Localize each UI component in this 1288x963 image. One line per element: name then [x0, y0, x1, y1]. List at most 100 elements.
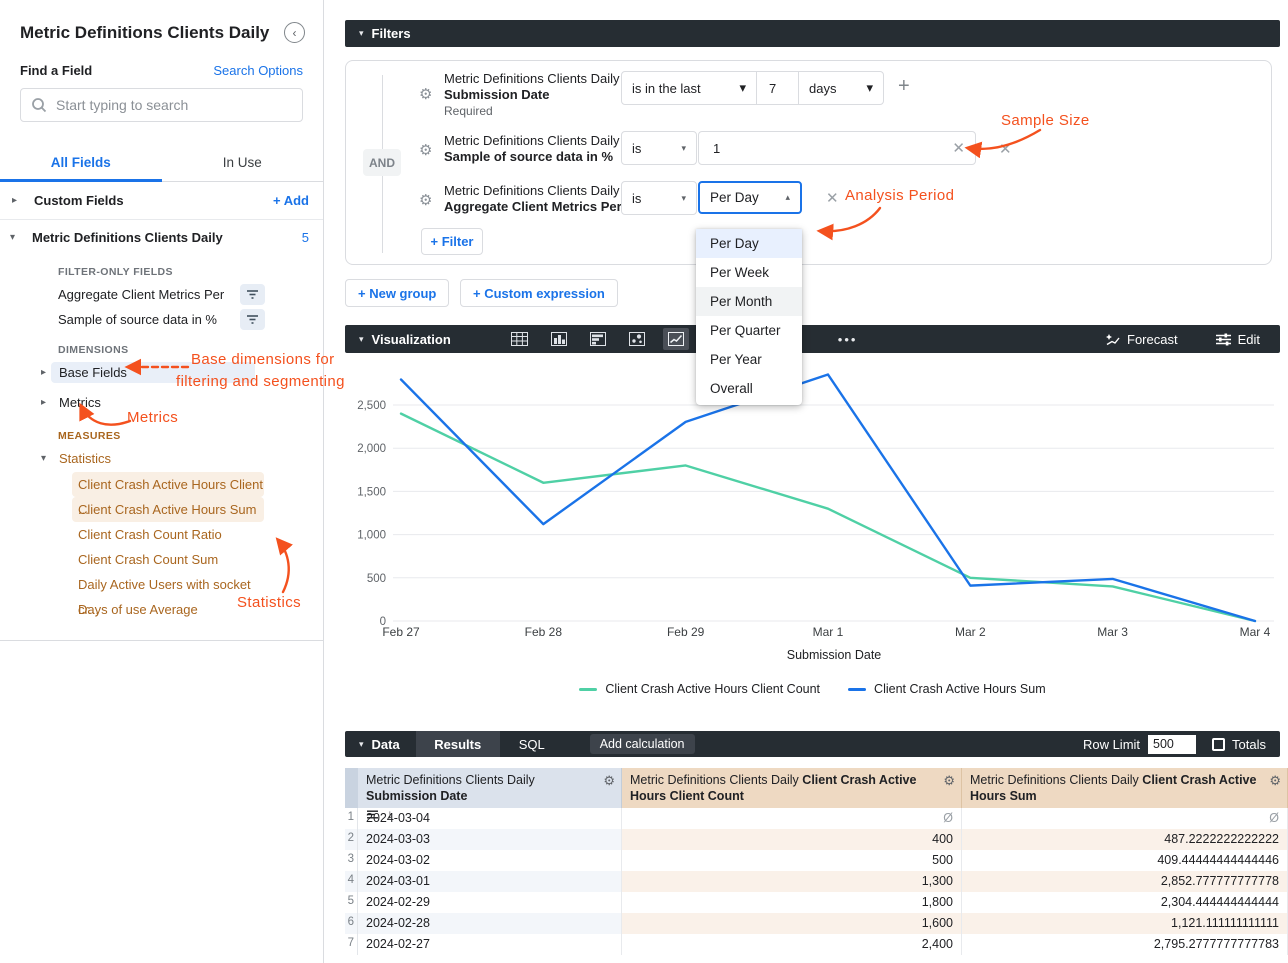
- cell-measure-value[interactable]: 1,800: [622, 892, 962, 913]
- cell-submission-date[interactable]: 2024-03-01: [358, 871, 622, 892]
- cell-measure-value[interactable]: 1,600: [622, 913, 962, 934]
- gear-icon[interactable]: ⚙: [943, 773, 955, 789]
- cell-measure-value[interactable]: 2,304.444444444444: [962, 892, 1288, 913]
- sidebar-measure-field[interactable]: Client Crash Count Sum: [72, 547, 264, 572]
- bar-chart-viz-icon[interactable]: [585, 328, 611, 350]
- tab-results[interactable]: Results: [416, 731, 500, 757]
- tab-sql[interactable]: SQL: [500, 731, 564, 757]
- forecast-button[interactable]: Forecast: [1104, 332, 1178, 347]
- column-header-submission-date[interactable]: Metric Definitions Clients Daily Submiss…: [358, 768, 622, 808]
- edit-viz-button[interactable]: Edit: [1216, 332, 1260, 347]
- sample-size-input[interactable]: [699, 141, 952, 156]
- column-header-client-count[interactable]: Metric Definitions Clients Daily Client …: [622, 768, 962, 808]
- totals-checkbox[interactable]: [1212, 738, 1225, 751]
- cell-measure-value[interactable]: 2,795.2777777777783: [962, 934, 1288, 955]
- cell-submission-date[interactable]: 2024-02-27: [358, 934, 622, 955]
- and-operator-pill[interactable]: AND: [363, 149, 401, 176]
- search-input[interactable]: [56, 97, 292, 113]
- cell-measure-value[interactable]: Ø: [622, 808, 962, 829]
- dropdown-option[interactable]: Per Year: [696, 345, 802, 374]
- search-options-link[interactable]: Search Options: [213, 63, 303, 78]
- explore-group-label: Metric Definitions Clients Daily: [32, 230, 223, 245]
- gear-icon[interactable]: ⚙: [419, 141, 432, 159]
- legend-swatch: [848, 688, 866, 691]
- cell-submission-date[interactable]: 2024-03-02: [358, 850, 622, 871]
- cell-measure-value[interactable]: 409.44444444444446: [962, 850, 1288, 871]
- cell-submission-date[interactable]: 2024-03-03: [358, 829, 622, 850]
- explore-group-row[interactable]: ▾ Metric Definitions Clients Daily 5: [0, 220, 323, 254]
- table-row: 62024-02-281,6001,121.111111111111: [345, 913, 1288, 934]
- dropdown-option[interactable]: Per Day: [696, 229, 802, 258]
- gear-icon[interactable]: ⚙: [419, 191, 432, 209]
- remove-filter-icon[interactable]: ✕: [999, 140, 1012, 158]
- dropdown-option[interactable]: Per Week: [696, 258, 802, 287]
- custom-fields-row[interactable]: ▸ Custom Fields + Add: [0, 182, 323, 220]
- cell-measure-value[interactable]: Ø: [962, 808, 1288, 829]
- sidebar-measure-field[interactable]: Client Crash Count Ratio: [72, 522, 264, 547]
- cell-measure-value[interactable]: 500: [622, 850, 962, 871]
- collapse-sidebar-button[interactable]: ‹: [284, 22, 305, 43]
- field-search-box[interactable]: [20, 88, 303, 122]
- new-group-button[interactable]: + New group: [345, 279, 449, 307]
- cell-measure-value[interactable]: 400: [622, 829, 962, 850]
- cell-measure-value[interactable]: 2,852.777777777778: [962, 871, 1288, 892]
- filter-value-input[interactable]: [757, 81, 798, 96]
- filter-model-name: Metric Definitions Clients Daily: [444, 71, 620, 87]
- column-field-name: Submission Date: [366, 789, 467, 803]
- tab-in-use[interactable]: In Use: [162, 146, 324, 181]
- measure-group-statistics[interactable]: ▾ Statistics: [0, 446, 323, 470]
- filter-by-field-button[interactable]: [240, 309, 265, 330]
- column-header-sum[interactable]: Metric Definitions Clients Daily Client …: [962, 768, 1288, 808]
- filters-section-bar[interactable]: ▾ Filters: [345, 20, 1280, 47]
- row-limit-input[interactable]: [1148, 735, 1196, 754]
- gear-icon[interactable]: ⚙: [419, 85, 432, 103]
- cell-measure-value[interactable]: 1,300: [622, 871, 962, 892]
- add-calculation-button[interactable]: Add calculation: [590, 734, 695, 754]
- clear-value-icon[interactable]: ✕: [952, 139, 965, 157]
- field-aggregate-client-metrics-per[interactable]: Aggregate Client Metrics Per: [0, 282, 323, 307]
- filters-section-title: Filters: [372, 26, 411, 41]
- filter-operator-select[interactable]: is in the last▾: [622, 72, 757, 104]
- remove-filter-icon[interactable]: ✕: [826, 189, 839, 207]
- add-custom-field-button[interactable]: + Add: [273, 193, 309, 208]
- field-sample-of-source-data[interactable]: Sample of source data in %: [0, 307, 323, 332]
- sidebar-measure-field[interactable]: Client Crash Active Hours Sum: [72, 497, 264, 522]
- filter-unit-select[interactable]: days▾: [799, 72, 883, 104]
- add-filter-value-button[interactable]: +: [898, 75, 910, 98]
- filter-operator-select[interactable]: is▾: [621, 131, 697, 165]
- gear-icon[interactable]: ⚙: [1269, 773, 1281, 789]
- cell-measure-value[interactable]: 2,400: [622, 934, 962, 955]
- table-viz-icon[interactable]: [507, 328, 533, 350]
- custom-expression-button[interactable]: + Custom expression: [460, 279, 618, 307]
- sort-desc-arrow-icon[interactable]: ↓: [387, 806, 393, 822]
- cell-submission-date[interactable]: 2024-02-29: [358, 892, 622, 913]
- line-chart-viz-icon[interactable]: [663, 328, 689, 350]
- add-filter-button[interactable]: + Filter: [421, 228, 483, 255]
- tab-all-fields[interactable]: All Fields: [0, 146, 162, 181]
- cell-submission-date[interactable]: 2024-02-28: [358, 913, 622, 934]
- gear-icon[interactable]: ⚙: [603, 773, 615, 789]
- cell-measure-value[interactable]: 1,121.111111111111: [962, 913, 1288, 934]
- column-model-prefix: Metric Definitions Clients Daily: [630, 773, 799, 787]
- legend-item[interactable]: Client Crash Active Hours Sum: [848, 682, 1046, 696]
- svg-text:1,500: 1,500: [357, 486, 386, 498]
- legend-swatch: [579, 688, 597, 691]
- dropdown-option[interactable]: Per Month: [696, 287, 802, 316]
- legend-item[interactable]: Client Crash Active Hours Client Count: [579, 682, 820, 696]
- visualization-section-bar[interactable]: ▾ Visualization ••• Forecast Edit: [345, 325, 1280, 353]
- filter-operator-select[interactable]: is▾: [621, 181, 697, 215]
- more-viz-types-icon[interactable]: •••: [838, 332, 858, 347]
- sidebar-measure-field[interactable]: Days of use Average: [72, 597, 264, 622]
- data-section-bar[interactable]: ▾ Data Results SQL Add calculation Row L…: [345, 731, 1280, 757]
- filter-by-field-button[interactable]: [240, 284, 265, 305]
- cell-measure-value[interactable]: 487.2222222222222: [962, 829, 1288, 850]
- filter-field-name: Sample of source data in %: [444, 149, 620, 165]
- scatter-viz-icon[interactable]: [624, 328, 650, 350]
- aggregate-period-dropdown-button[interactable]: Per Day ▴: [698, 181, 802, 214]
- chart-canvas: 05001,0001,5002,0002,500Feb 27Feb 28Feb …: [345, 353, 1280, 678]
- sidebar-measure-field[interactable]: Daily Active Users with socket cr...: [72, 572, 264, 597]
- column-chart-viz-icon[interactable]: [546, 328, 572, 350]
- sidebar-measure-field[interactable]: Client Crash Active Hours Client ...: [72, 472, 264, 497]
- dropdown-option[interactable]: Overall: [696, 374, 802, 403]
- dropdown-option[interactable]: Per Quarter: [696, 316, 802, 345]
